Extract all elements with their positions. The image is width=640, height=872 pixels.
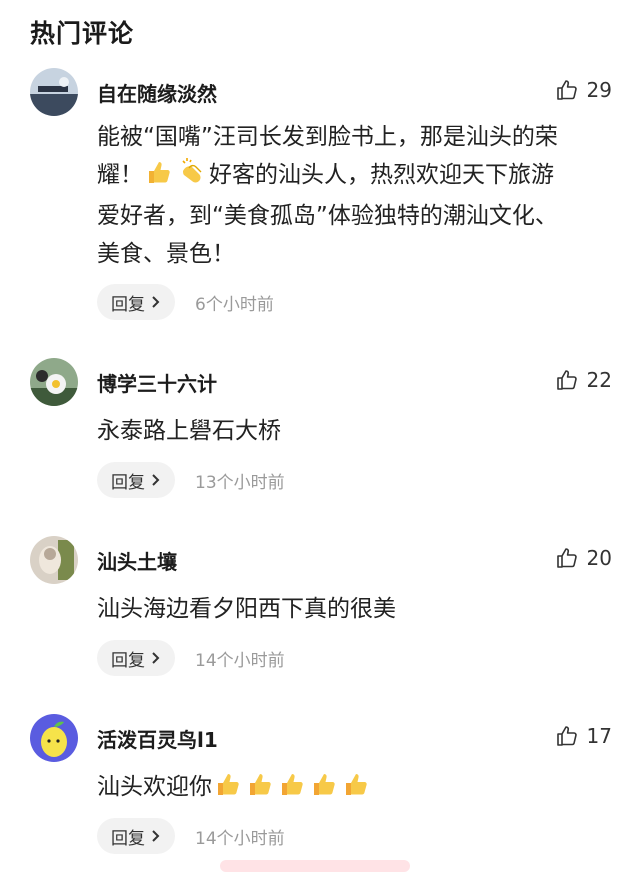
clapping-hands-emoji: [177, 157, 207, 197]
reply-button[interactable]: 回复: [97, 640, 175, 676]
thumbs-up-emoji: [342, 771, 370, 809]
chevron-right-icon: [152, 652, 160, 664]
like-count: 17: [586, 724, 612, 748]
reply-button[interactable]: 回复: [97, 284, 175, 320]
comment-text-fragment: 耀！: [97, 162, 143, 188]
like-button[interactable]: 29: [555, 76, 612, 104]
avatar[interactable]: [30, 536, 78, 584]
thumbs-up-emoji: [145, 159, 173, 197]
avatar[interactable]: [30, 714, 78, 762]
like-count: 20: [586, 546, 612, 570]
timestamp: 14个小时前: [195, 650, 285, 671]
username[interactable]: 活泼百灵鸟l1: [97, 724, 218, 753]
comment-text: 汕头海边看夕阳西下真的很美: [97, 596, 396, 622]
timestamp: 6个小时前: [195, 294, 274, 315]
avatar-image-icon: [30, 68, 78, 116]
thumbs-up-emoji: [310, 771, 338, 809]
comment-item: 汕头土壤 20 汕头海边看夕阳西下真的很美 回复 14个小时前: [0, 536, 640, 681]
like-count: 22: [586, 368, 612, 392]
reply-button[interactable]: 回复: [97, 462, 175, 498]
thumbs-up-emoji: [246, 771, 274, 809]
thumbs-up-emoji: [214, 771, 242, 809]
section-title: 热门评论: [30, 19, 135, 48]
like-button[interactable]: 20: [555, 544, 612, 572]
avatar[interactable]: [30, 68, 78, 116]
username[interactable]: 汕头土壤: [97, 546, 177, 575]
bottom-bar-hint: [220, 860, 410, 872]
timestamp: 14个小时前: [195, 828, 285, 849]
thumbs-up-emoji: [278, 771, 306, 809]
chevron-right-icon: [152, 474, 160, 486]
like-button[interactable]: 22: [555, 366, 612, 394]
comment-text-fragment: 好客的汕头人，热烈欢迎天下旅游: [209, 162, 554, 188]
chevron-right-icon: [152, 830, 160, 842]
comment-text-line: 美食、景色！: [97, 241, 235, 267]
comment-text: 永泰路上礐石大桥: [97, 418, 281, 444]
comment-item: 自在随缘淡然 29 能被“国嘴”汪司长发到脸书上，那是汕头的荣 耀！ 好客的汕头人…: [0, 68, 640, 328]
chevron-right-icon: [152, 296, 160, 308]
like-count: 29: [586, 78, 612, 102]
comment-text-fragment: 汕头欢迎你: [97, 774, 212, 800]
like-button[interactable]: 17: [555, 722, 612, 750]
reply-button[interactable]: 回复: [97, 818, 175, 854]
comment-item: 活泼百灵鸟l1 17 汕头欢迎你 回复 14个小时前: [0, 714, 640, 859]
comment-text: 汕头欢迎你: [97, 768, 612, 809]
avatar-image-icon: [30, 714, 78, 762]
avatar-image-icon: [30, 358, 78, 406]
reply-label: 回复: [111, 828, 145, 849]
avatar-image-icon: [30, 536, 78, 584]
username[interactable]: 自在随缘淡然: [97, 78, 217, 107]
reply-label: 回复: [111, 472, 145, 493]
comment-text-line: 爱好者，到“美食孤岛”体验独特的潮汕文化、: [97, 203, 558, 229]
reply-label: 回复: [111, 294, 145, 315]
avatar[interactable]: [30, 358, 78, 406]
username[interactable]: 博学三十六计: [97, 368, 217, 397]
thumbs-up-outline-icon: [556, 80, 577, 100]
comment-text: 能被“国嘴”汪司长发到脸书上，那是汕头的荣 耀！ 好客的汕头人，热烈欢迎天下旅游 …: [97, 118, 612, 273]
reply-label: 回复: [111, 650, 145, 671]
timestamp: 13个小时前: [195, 472, 285, 493]
thumbs-up-outline-icon: [556, 370, 577, 390]
thumbs-up-outline-icon: [556, 726, 577, 746]
thumbs-up-outline-icon: [556, 548, 577, 568]
comment-item: 博学三十六计 22 永泰路上礐石大桥 回复 13个小时前: [0, 358, 640, 503]
comment-text-line: 耀！ 好客的汕头人，热烈欢迎天下旅游: [97, 156, 612, 197]
comment-text-line: 能被“国嘴”汪司长发到脸书上，那是汕头的荣: [97, 124, 558, 150]
